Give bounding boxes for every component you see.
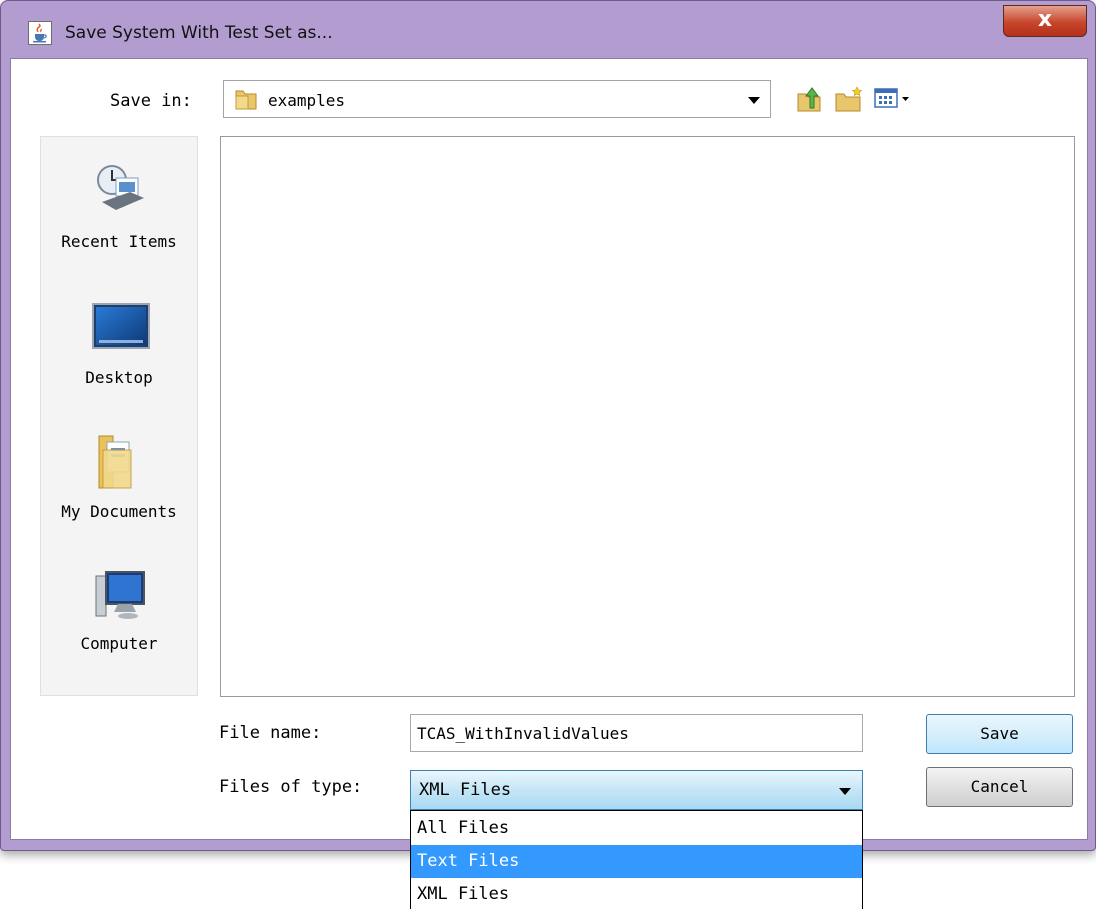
- chevron-down-icon: [748, 97, 760, 104]
- file-list[interactable]: [220, 136, 1075, 697]
- places-label-my-documents: My Documents: [61, 502, 177, 521]
- close-icon: x: [1037, 7, 1053, 32]
- view-menu-icon[interactable]: [873, 86, 913, 114]
- places-label-desktop: Desktop: [85, 368, 153, 387]
- files-of-type-combo[interactable]: XML Files: [410, 770, 863, 810]
- close-button[interactable]: x: [1003, 5, 1087, 37]
- window-title: Save System With Test Set as...: [65, 23, 333, 43]
- files-of-type-dropdown: All Files Text Files XML Files: [410, 810, 863, 909]
- files-of-type-value: XML Files: [419, 780, 512, 800]
- chevron-down-icon: [839, 788, 851, 795]
- folder-icon: [234, 87, 258, 115]
- file-name-label: File name:: [219, 723, 322, 743]
- save-in-value: examples: [268, 91, 346, 110]
- files-of-type-label: Files of type:: [219, 777, 363, 797]
- option-text-files[interactable]: Text Files: [411, 845, 862, 878]
- new-folder-icon[interactable]: [833, 84, 865, 118]
- save-in-label: Save in:: [110, 91, 192, 111]
- save-button[interactable]: Save: [926, 714, 1073, 754]
- option-xml-files[interactable]: XML Files: [411, 878, 862, 911]
- file-name-input[interactable]: [411, 715, 862, 751]
- recent-items-icon: [92, 160, 148, 220]
- computer-icon: [92, 568, 148, 628]
- save-in-combo[interactable]: examples: [223, 80, 771, 118]
- java-cup-icon: [28, 21, 52, 45]
- title-bar[interactable]: Save System With Test Set as... x: [1, 1, 1095, 45]
- file-name-field[interactable]: [410, 714, 863, 752]
- places-label-recent: Recent Items: [61, 232, 177, 251]
- cancel-button[interactable]: Cancel: [926, 767, 1073, 807]
- my-documents-icon: [95, 432, 139, 496]
- desktop-icon: [91, 302, 151, 356]
- option-all-files[interactable]: All Files: [411, 812, 862, 845]
- up-one-level-icon[interactable]: [795, 84, 825, 118]
- places-label-computer: Computer: [80, 634, 158, 653]
